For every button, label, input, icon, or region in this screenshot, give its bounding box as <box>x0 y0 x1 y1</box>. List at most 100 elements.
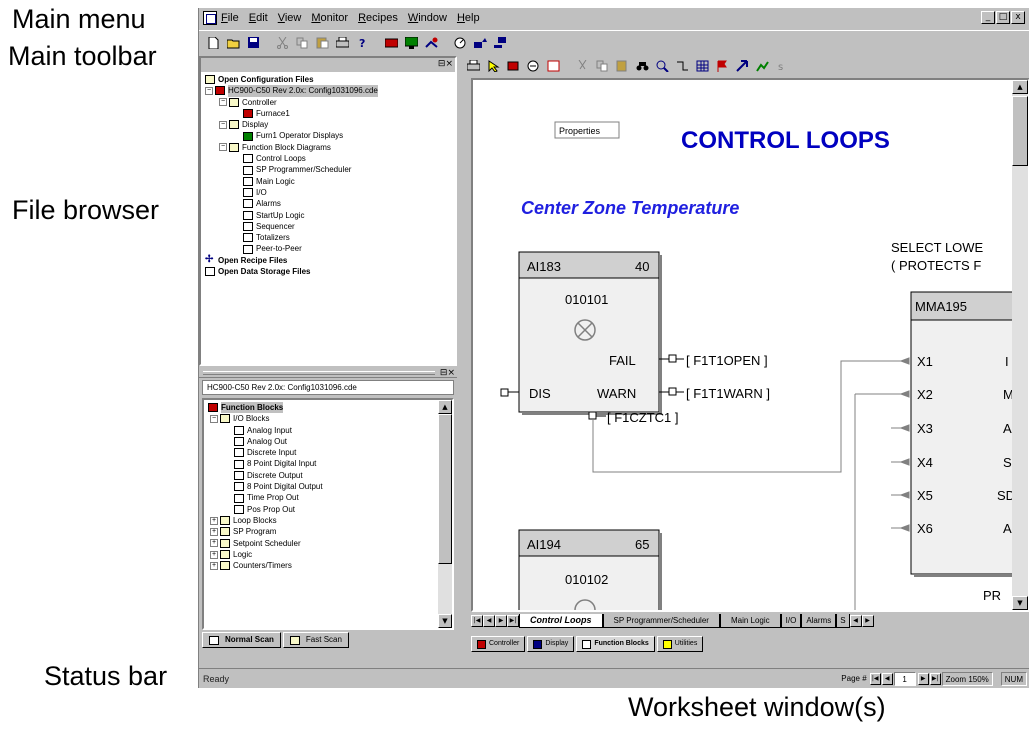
menu-edit[interactable]: Edit <box>249 12 268 24</box>
furnace-node[interactable]: Furnace1 <box>205 108 451 119</box>
collapse-icon[interactable]: − <box>219 98 227 107</box>
connect-icon[interactable] <box>423 35 440 51</box>
block-item[interactable]: Discrete Output <box>208 470 436 481</box>
close-button[interactable]: x <box>1011 11 1025 24</box>
block-item[interactable]: Analog Out <box>208 436 436 447</box>
cut-icon[interactable] <box>574 58 591 74</box>
print-icon[interactable] <box>334 35 351 51</box>
properties-icon[interactable] <box>545 58 562 74</box>
scroll-up-icon[interactable]: ▲ <box>438 400 452 414</box>
tab-scroll-left-icon[interactable]: ◀ <box>849 615 862 627</box>
pane-close-icon[interactable]: ⊟× <box>438 59 453 69</box>
open-recipe-files[interactable]: ✢ Open Recipe Files <box>205 254 451 266</box>
group-node[interactable]: + Setpoint Scheduler <box>208 538 436 549</box>
page-number-field[interactable]: 1 <box>893 671 916 686</box>
tab-controller[interactable]: Controller <box>471 636 526 652</box>
block-item[interactable]: Time Prop Out <box>208 492 436 503</box>
fbd-node[interactable]: − Function Block Diagrams <box>205 142 451 153</box>
prev-sheet-icon[interactable]: ◀ <box>483 615 495 627</box>
menu-window[interactable]: Window <box>408 12 447 24</box>
expand-icon[interactable]: + <box>210 550 218 559</box>
first-sheet-icon[interactable]: |◀ <box>471 615 483 627</box>
tag-f1t1open[interactable]: [ F1T1OPEN ] <box>686 353 768 368</box>
upload-icon[interactable] <box>472 35 489 51</box>
tab-s[interactable]: S <box>836 614 850 628</box>
first-page-icon[interactable]: |◀ <box>869 672 881 685</box>
flag-icon[interactable] <box>714 58 731 74</box>
scroll-thumb[interactable] <box>438 414 452 564</box>
tab-alarms[interactable]: Alarms <box>801 614 837 628</box>
text-icon[interactable]: s <box>774 58 791 74</box>
fb-scrollbar[interactable]: ▲ ▼ <box>438 400 452 628</box>
display-icon[interactable] <box>403 35 420 51</box>
block-item[interactable]: 8 Point Digital Output <box>208 481 436 492</box>
monitor-icon[interactable] <box>452 35 469 51</box>
prev-page-icon[interactable]: ◀ <box>881 672 893 685</box>
tab-main-logic[interactable]: Main Logic <box>719 614 781 628</box>
block-item[interactable]: Discrete Input <box>208 447 436 458</box>
app-icon[interactable] <box>203 11 217 25</box>
pane-close-icon[interactable]: ⊟× <box>440 368 455 378</box>
controller-icon[interactable] <box>383 35 400 51</box>
paste-icon[interactable] <box>614 58 631 74</box>
cut-icon[interactable] <box>274 35 291 51</box>
download-icon[interactable] <box>492 35 509 51</box>
function-blocks-root[interactable]: Function Blocks <box>208 402 436 414</box>
save-button[interactable] <box>245 35 262 51</box>
tag-f1t1warn[interactable]: [ F1T1WARN ] <box>686 386 770 401</box>
collapse-icon[interactable]: − <box>219 143 227 152</box>
open-folder-button[interactable] <box>225 35 242 51</box>
tab-sp-programmer[interactable]: SP Programmer/Scheduler <box>602 614 720 628</box>
last-sheet-icon[interactable]: ▶| <box>507 615 519 627</box>
grid-icon[interactable] <box>694 58 711 74</box>
diagram-item[interactable]: Main Logic <box>205 176 451 187</box>
config-file-node[interactable]: − HC900-C50 Rev 2.0x: Config1031096.cde <box>205 85 451 97</box>
print-icon[interactable] <box>465 58 482 74</box>
collapse-icon[interactable]: − <box>219 120 227 129</box>
tag-f1cztc1[interactable]: [ F1CZTC1 ] <box>607 410 679 425</box>
diagram-item[interactable]: StartUp Logic <box>205 210 451 221</box>
help-icon[interactable]: ? <box>354 35 371 51</box>
tab-display[interactable]: Display <box>527 636 575 652</box>
io-blocks-node[interactable]: − I/O Blocks <box>208 413 436 424</box>
zoom-icon[interactable] <box>654 58 671 74</box>
menu-view[interactable]: View <box>278 12 302 24</box>
menu-monitor[interactable]: Monitor <box>311 12 348 24</box>
expand-icon[interactable]: + <box>210 527 218 536</box>
arrow-icon[interactable] <box>734 58 751 74</box>
expand-icon[interactable]: + <box>210 561 218 570</box>
chart-icon[interactable] <box>754 58 771 74</box>
block-item[interactable]: 8 Point Digital Input <box>208 458 436 469</box>
group-node[interactable]: + Counters/Timers <box>208 560 436 571</box>
scroll-up-icon[interactable]: ▲ <box>1012 80 1028 94</box>
group-node[interactable]: + Loop Blocks <box>208 515 436 526</box>
scroll-down-icon[interactable]: ▼ <box>1012 596 1028 610</box>
paste-icon[interactable] <box>314 35 331 51</box>
display-node[interactable]: − Display <box>205 119 451 130</box>
scroll-thumb[interactable] <box>1012 96 1028 166</box>
open-data-storage-files[interactable]: Open Data Storage Files <box>205 266 451 277</box>
last-page-icon[interactable]: ▶| <box>929 672 941 685</box>
minimize-button[interactable]: _ <box>981 11 995 24</box>
menu-help[interactable]: Help <box>457 12 480 24</box>
block-icon[interactable] <box>525 58 542 74</box>
find-icon[interactable] <box>634 58 651 74</box>
worksheet-window[interactable]: Properties CONTROL LOOPS Center Zone Tem… <box>471 78 1029 612</box>
diagram-item[interactable]: Totalizers <box>205 232 451 243</box>
diagram-item[interactable]: Control Loops <box>205 153 451 164</box>
next-sheet-icon[interactable]: ▶ <box>495 615 507 627</box>
group-node[interactable]: + SP Program <box>208 526 436 537</box>
menu-file[interactable]: File <box>221 12 239 24</box>
tab-utilities[interactable]: Utilities <box>656 636 704 652</box>
collapse-icon[interactable]: − <box>205 86 213 95</box>
expand-icon[interactable]: + <box>210 516 218 525</box>
diagram-item[interactable]: Alarms <box>205 198 451 209</box>
tag-icon[interactable] <box>505 58 522 74</box>
menu-recipes[interactable]: Recipes <box>358 12 398 24</box>
diagram-item[interactable]: Sequencer <box>205 221 451 232</box>
collapse-icon[interactable]: − <box>210 414 218 423</box>
fast-scan-tab[interactable]: Fast Scan <box>282 632 349 648</box>
operator-displays-node[interactable]: Furn1 Operator Displays <box>205 130 451 141</box>
worksheet-vscrollbar[interactable]: ▲ ▼ <box>1012 80 1028 610</box>
block-item[interactable]: Analog Input <box>208 425 436 436</box>
